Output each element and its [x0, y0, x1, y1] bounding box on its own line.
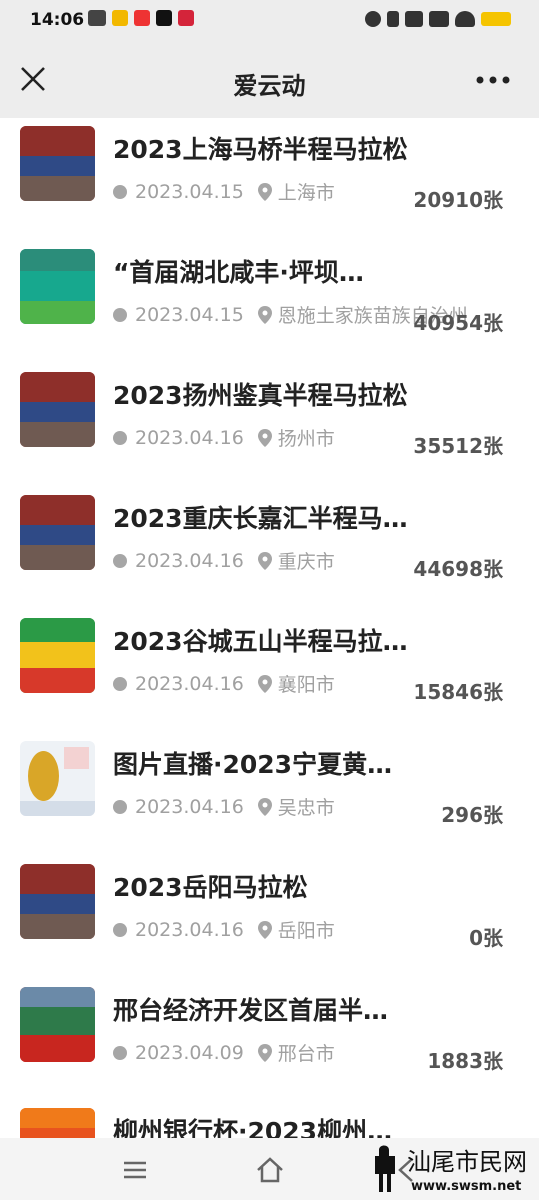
location-pin-icon: [257, 182, 272, 201]
event-title: 2023岳阳马拉松: [113, 873, 308, 902]
event-date: 2023.04.15: [135, 303, 244, 326]
event-thumbnail: [20, 987, 95, 1062]
event-thumbnail: [20, 495, 95, 570]
list-item[interactable]: 2023岳阳马拉松 2023.04.16 岳阳市 0张: [0, 856, 539, 979]
menu-icon[interactable]: [121, 1156, 149, 1184]
app-icon: [156, 10, 172, 26]
page-title: 爱云动: [233, 72, 306, 100]
watermark-logo: 汕尾市民网 www.swsm.net: [375, 1145, 527, 1194]
event-location: 吴忠市: [277, 797, 335, 819]
event-location: 邢台市: [277, 1043, 335, 1065]
event-date: 2023.04.09: [135, 1041, 244, 1064]
clock-icon: [113, 184, 127, 199]
clock-icon: [113, 1045, 127, 1060]
photo-count: 40954张: [413, 311, 503, 335]
event-title: 邢台经济开发区首届半…: [113, 996, 389, 1025]
event-meta: 2023.04.16 重庆市: [113, 547, 335, 574]
crown-icon: [88, 10, 106, 26]
event-thumbnail: [20, 741, 95, 816]
event-meta: 2023.04.16 扬州市: [113, 424, 335, 451]
event-date: 2023.04.16: [135, 918, 244, 941]
svg-text:汕尾市民网: 汕尾市民网: [407, 1148, 527, 1176]
event-thumbnail: [20, 1108, 95, 1138]
event-location: 襄阳市: [277, 674, 335, 696]
status-bar: 14:06: [0, 0, 539, 42]
app-icon: [178, 10, 194, 26]
event-location: 上海市: [277, 182, 335, 204]
photo-count: 20910张: [413, 188, 503, 212]
event-date: 2023.04.16: [135, 672, 244, 695]
signal-icon: [429, 11, 449, 27]
clock-icon: [113, 676, 127, 691]
event-title: 柳州银行杯·2023柳州…: [113, 1117, 393, 1138]
system-icons: [365, 11, 511, 27]
location-pin-icon: [257, 674, 272, 693]
wifi-icon: [455, 11, 475, 27]
photo-count: 1883张: [427, 1049, 503, 1073]
photo-count: 296张: [441, 803, 503, 827]
location-pin-icon: [257, 428, 272, 447]
event-meta: 2023.04.09 邢台市: [113, 1039, 335, 1066]
event-meta: 2023.04.15 上海市: [113, 178, 335, 205]
battery-icon: [481, 12, 511, 26]
hd-icon: [405, 11, 423, 27]
event-thumbnail: [20, 126, 95, 201]
event-title: “首届湖北咸丰·坪坝…: [113, 258, 364, 287]
photo-count: 15846张: [413, 680, 503, 704]
location-pin-icon: [257, 305, 272, 324]
clock-icon: [113, 799, 127, 814]
event-location: 重庆市: [277, 551, 335, 573]
event-thumbnail: [20, 864, 95, 939]
event-meta: 2023.04.16 岳阳市: [113, 916, 335, 943]
more-icon[interactable]: [475, 68, 511, 92]
home-icon[interactable]: [256, 1156, 284, 1184]
event-title: 2023扬州鉴真半程马拉松: [113, 381, 408, 410]
list-item[interactable]: 邢台经济开发区首届半… 2023.04.09 邢台市 1883张: [0, 979, 539, 1102]
list-item[interactable]: 图片直播·2023宁夏黄… 2023.04.16 吴忠市 296张: [0, 733, 539, 856]
photo-count: 35512张: [413, 434, 503, 458]
event-thumbnail: [20, 372, 95, 447]
list-item[interactable]: 2023重庆长嘉汇半程马… 2023.04.16 重庆市 44698张: [0, 487, 539, 610]
clock-icon: [113, 553, 127, 568]
event-title: 2023重庆长嘉汇半程马…: [113, 504, 408, 533]
event-date: 2023.04.16: [135, 549, 244, 572]
photo-count: 0张: [469, 926, 503, 950]
list-item[interactable]: 柳州银行杯·2023柳州…: [0, 1102, 539, 1138]
list-item[interactable]: 2023谷城五山半程马拉… 2023.04.16 襄阳市 15846张: [0, 610, 539, 733]
event-location: 岳阳市: [277, 920, 335, 942]
event-title: 2023谷城五山半程马拉…: [113, 627, 408, 656]
app-icon: [112, 10, 128, 26]
event-title: 2023上海马桥半程马拉松: [113, 135, 408, 164]
location-pin-icon: [257, 920, 272, 939]
notification-icons: [88, 10, 194, 26]
photo-count: 44698张: [413, 557, 503, 581]
clock-icon: [113, 307, 127, 322]
vibrate-icon: [387, 11, 399, 27]
list-item[interactable]: 2023上海马桥半程马拉松 2023.04.15 上海市 20910张: [0, 118, 539, 241]
list-item[interactable]: 2023扬州鉴真半程马拉松 2023.04.16 扬州市 35512张: [0, 364, 539, 487]
location-pin-icon: [257, 1043, 272, 1062]
event-meta: 2023.04.16 吴忠市: [113, 793, 335, 820]
location-pin-icon: [257, 551, 272, 570]
svg-text:www.swsm.net: www.swsm.net: [411, 1179, 521, 1194]
alarm-icon: [365, 11, 381, 27]
clock-icon: [113, 430, 127, 445]
event-thumbnail: [20, 618, 95, 693]
event-meta: 2023.04.16 襄阳市: [113, 670, 335, 697]
status-time: 14:06: [30, 10, 85, 30]
location-pin-icon: [257, 797, 272, 816]
event-title: 图片直播·2023宁夏黄…: [113, 750, 393, 779]
nav-bar: 爱云动: [0, 42, 539, 118]
event-date: 2023.04.16: [135, 426, 244, 449]
event-list: 2023上海马桥半程马拉松 2023.04.15 上海市 20910张 “首届湖…: [0, 118, 539, 1138]
event-date: 2023.04.16: [135, 795, 244, 818]
event-location: 扬州市: [277, 428, 335, 450]
clock-icon: [113, 922, 127, 937]
event-thumbnail: [20, 249, 95, 324]
app-icon: [134, 10, 150, 26]
list-item[interactable]: “首届湖北咸丰·坪坝… 2023.04.15 恩施土家族苗族自治州 40954张: [0, 241, 539, 364]
event-date: 2023.04.15: [135, 180, 244, 203]
